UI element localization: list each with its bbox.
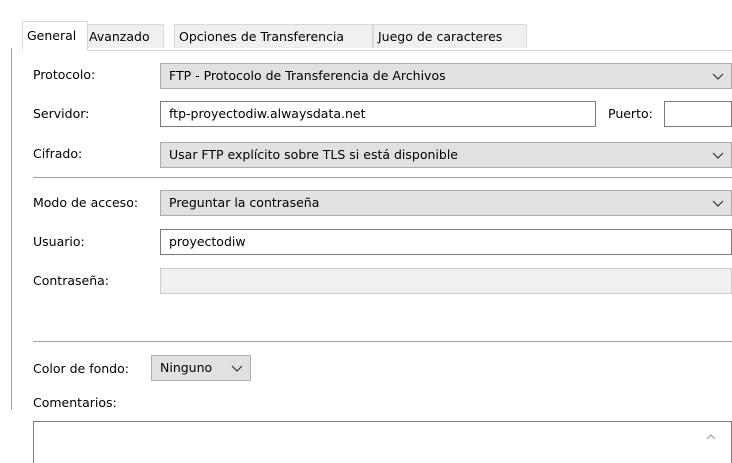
access-mode-value: Preguntar la contraseña	[169, 195, 320, 210]
server-value: ftp-proyectodiw.alwaysdata.net	[169, 106, 366, 121]
access-mode-select[interactable]: Preguntar la contraseña	[160, 190, 732, 216]
user-label: Usuario:	[33, 234, 85, 249]
tab-label: General	[27, 28, 77, 43]
chevron-up-icon[interactable]	[705, 432, 717, 442]
left-frame-line	[11, 48, 12, 410]
tab-avanzado[interactable]: Avanzado	[84, 24, 164, 48]
encryption-label: Cifrado:	[33, 146, 83, 161]
chevron-down-icon	[712, 73, 724, 80]
separator	[33, 177, 732, 178]
server-input[interactable]: ftp-proyectodiw.alwaysdata.net	[160, 101, 596, 127]
access-mode-label: Modo de acceso:	[33, 195, 139, 210]
protocol-value: FTP - Protocolo de Transferencia de Arch…	[169, 68, 446, 83]
password-label: Contraseña:	[33, 273, 109, 288]
background-color-select[interactable]: Ninguno	[151, 355, 251, 381]
separator	[33, 341, 732, 342]
protocol-select[interactable]: FTP - Protocolo de Transferencia de Arch…	[160, 63, 732, 89]
chevron-down-icon	[231, 365, 243, 372]
comments-label: Comentarios:	[33, 395, 117, 410]
tab-label: Avanzado	[89, 29, 150, 44]
server-label: Servidor:	[33, 106, 90, 121]
site-settings-panel: Avanzado Opciones de Transferencia Juego…	[0, 0, 732, 463]
tab-general[interactable]: General	[22, 21, 88, 51]
background-color-value: Ninguno	[160, 360, 213, 375]
tab-juego-de-caracteres[interactable]: Juego de caracteres	[373, 24, 527, 48]
encryption-value: Usar FTP explícito sobre TLS si está dis…	[169, 147, 458, 162]
tab-panel-border	[22, 50, 732, 51]
encryption-select[interactable]: Usar FTP explícito sobre TLS si está dis…	[160, 142, 732, 168]
port-label: Puerto:	[608, 106, 653, 121]
password-input	[160, 268, 732, 294]
user-value: proyectodiw	[169, 234, 246, 249]
protocol-label: Protocolo:	[33, 67, 96, 82]
comments-textarea[interactable]	[33, 421, 732, 463]
port-input[interactable]	[664, 101, 732, 127]
tab-label: Juego de caracteres	[378, 29, 503, 44]
user-input[interactable]: proyectodiw	[160, 229, 732, 255]
tab-opciones-de-transferencia[interactable]: Opciones de Transferencia	[174, 24, 373, 48]
chevron-down-icon	[712, 152, 724, 159]
chevron-down-icon	[712, 200, 724, 207]
background-color-label: Color de fondo:	[33, 361, 129, 376]
tab-label: Opciones de Transferencia	[179, 29, 345, 44]
